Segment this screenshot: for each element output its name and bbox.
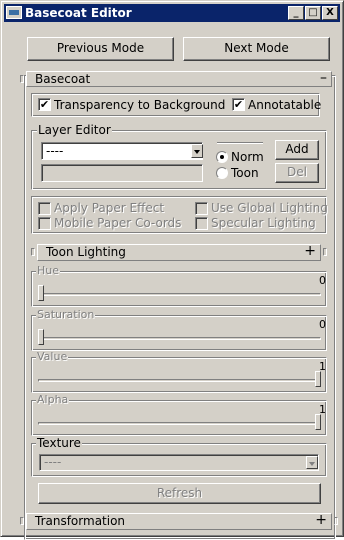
texture-dropdown-icon[interactable] [306, 456, 318, 469]
layer-dropdown-icon[interactable] [191, 144, 203, 158]
layer-select[interactable]: ---- [41, 142, 203, 160]
basecoat-editor-window: Basecoat Editor _ □ X Previous Mode Next… [0, 0, 344, 540]
basecoat-rollup-title: Basecoat [35, 72, 91, 86]
toon-rollup-tick-right [323, 248, 327, 256]
value-label: Value [36, 350, 69, 363]
hue-label: Hue [36, 264, 61, 277]
texture-label: Texture [36, 436, 82, 450]
toon-rollup-tick-left [31, 248, 35, 256]
alpha-track [38, 422, 321, 425]
delete-layer-button[interactable]: Del [275, 163, 319, 183]
previous-mode-button[interactable]: Previous Mode [27, 37, 174, 61]
hue-track [38, 293, 321, 296]
window-title: Basecoat Editor [25, 6, 132, 20]
expand-icon[interactable]: + [304, 244, 316, 258]
apply-paper-effect-label: Apply Paper Effect [54, 201, 165, 215]
transform-rollup-tick-left [20, 517, 24, 525]
hue-value: 0 [319, 274, 326, 287]
apply-paper-effect-checkbox[interactable] [38, 202, 51, 215]
app-icon [6, 6, 22, 19]
saturation-track [38, 337, 321, 340]
toon-radio-label: Toon [231, 166, 259, 180]
texture-select[interactable]: ---- [39, 454, 319, 471]
hue-group [31, 271, 327, 307]
basecoat-rollup-header[interactable]: Basecoat – [26, 71, 332, 87]
value-group [31, 357, 327, 393]
add-layer-button[interactable]: Add [275, 140, 319, 160]
expand-icon[interactable]: + [315, 513, 327, 527]
radio-separator [217, 142, 263, 144]
transparency-checkbox[interactable]: ✔ [38, 98, 51, 111]
transparency-label: Transparency to Background [54, 98, 226, 112]
layer-select-value: ---- [46, 144, 64, 158]
saturation-value: 0 [319, 318, 326, 331]
hue-slider-thumb[interactable] [38, 285, 44, 301]
rollup-tick-left [20, 75, 24, 83]
transformation-rollup-header[interactable]: Transformation + [26, 513, 332, 530]
layer-editor-label: Layer Editor [37, 123, 112, 137]
saturation-label: Saturation [36, 308, 96, 321]
toon-lighting-rollup-header[interactable]: Toon Lighting + [37, 244, 321, 261]
specular-lighting-checkbox[interactable] [195, 217, 208, 230]
norm-radio-label: Norm [231, 150, 264, 164]
layer-name-field[interactable] [41, 164, 203, 182]
mobile-paper-coords-checkbox[interactable] [38, 217, 51, 230]
alpha-group [31, 400, 327, 436]
specular-lighting-label: Specular Lighting [211, 216, 316, 230]
checkmark-icon: ✔ [233, 98, 244, 111]
saturation-slider-thumb[interactable] [38, 329, 44, 345]
transformation-title: Transformation [35, 514, 126, 528]
collapse-icon[interactable]: – [320, 71, 327, 85]
texture-select-value: ---- [44, 455, 62, 469]
maximize-button[interactable]: □ [305, 6, 321, 20]
checkmark-icon: ✔ [39, 98, 50, 111]
norm-radio[interactable] [216, 151, 228, 163]
annotatable-checkbox[interactable]: ✔ [232, 98, 245, 111]
close-button[interactable]: X [322, 6, 338, 20]
title-bar[interactable]: Basecoat Editor _ □ X [4, 4, 340, 22]
annotatable-label: Annotatable [248, 98, 322, 112]
alpha-label: Alpha [36, 393, 70, 406]
toon-radio[interactable] [216, 167, 228, 179]
minimize-button[interactable]: _ [288, 6, 304, 20]
use-global-lighting-checkbox[interactable] [195, 202, 208, 215]
mobile-paper-coords-label: Mobile Paper Co-ords [54, 216, 182, 230]
toon-lighting-title: Toon Lighting [46, 245, 126, 259]
next-mode-button[interactable]: Next Mode [183, 37, 330, 61]
refresh-button[interactable]: Refresh [38, 483, 321, 504]
value-track [38, 379, 321, 382]
use-global-lighting-label: Use Global Lighting [211, 201, 328, 215]
value-slider-thumb[interactable] [315, 371, 321, 387]
alpha-slider-thumb[interactable] [315, 414, 321, 430]
transform-rollup-tick-right [334, 517, 338, 525]
